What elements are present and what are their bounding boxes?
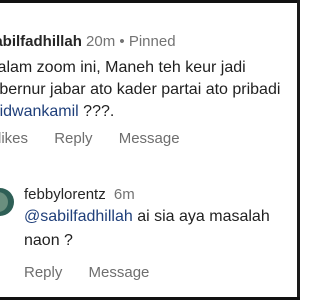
comment-username[interactable]: sabilfadhillah [0, 33, 82, 50]
reply-reply-button[interactable]: Reply [24, 264, 62, 282]
reply-message-button[interactable]: Message [89, 264, 150, 282]
reply-time: 6m [113, 186, 135, 203]
comment-text-tail: ???. [78, 103, 115, 120]
pinned-label: Pinned [128, 33, 176, 50]
right-edge [297, 0, 300, 300]
comment-text-line-1: Dalam zoom ini, Maneh teh keur jadi [0, 59, 246, 76]
reply-header: febbylorentz 6m [24, 186, 135, 204]
top-edge [0, 0, 300, 3]
meta-separator: • [119, 33, 125, 50]
comment-header: sabilfadhillah 20m • Pinned [0, 33, 176, 51]
comment-text-line-2: Gubernur jabar ato kader partai ato prib… [0, 81, 281, 98]
mention-link[interactable]: @ridwankamil [0, 103, 79, 120]
likes-link[interactable]: likes [0, 130, 28, 148]
reply-actions: Reply Message [24, 264, 149, 282]
comment-text-line-3: @ridwankamil ???. [0, 101, 286, 123]
reply-text-rest: ai sia aya masalah [132, 208, 270, 225]
reply-text-line-1: @sabilfadhillah ai sia aya masalah [24, 205, 270, 229]
avatar-image [0, 192, 8, 212]
reply-text: @sabilfadhillah ai sia aya masalah naon … [24, 205, 270, 253]
avatar[interactable] [0, 188, 14, 216]
message-button[interactable]: Message [119, 130, 180, 148]
reply-mention-link[interactable]: @sabilfadhillah [24, 208, 133, 225]
reply-text-line-2: naon ? [24, 232, 73, 249]
reply-button[interactable]: Reply [54, 130, 92, 148]
comment-actions: likes Reply Message [0, 130, 180, 148]
reply-username[interactable]: febbylorentz [24, 186, 106, 203]
comment-time: 20m [86, 33, 116, 50]
comment-text: Dalam zoom ini, Maneh teh keur jadi Gube… [0, 57, 286, 123]
comment-thread: sabilfadhillah 20m • Pinned Dalam zoom i… [0, 0, 300, 300]
